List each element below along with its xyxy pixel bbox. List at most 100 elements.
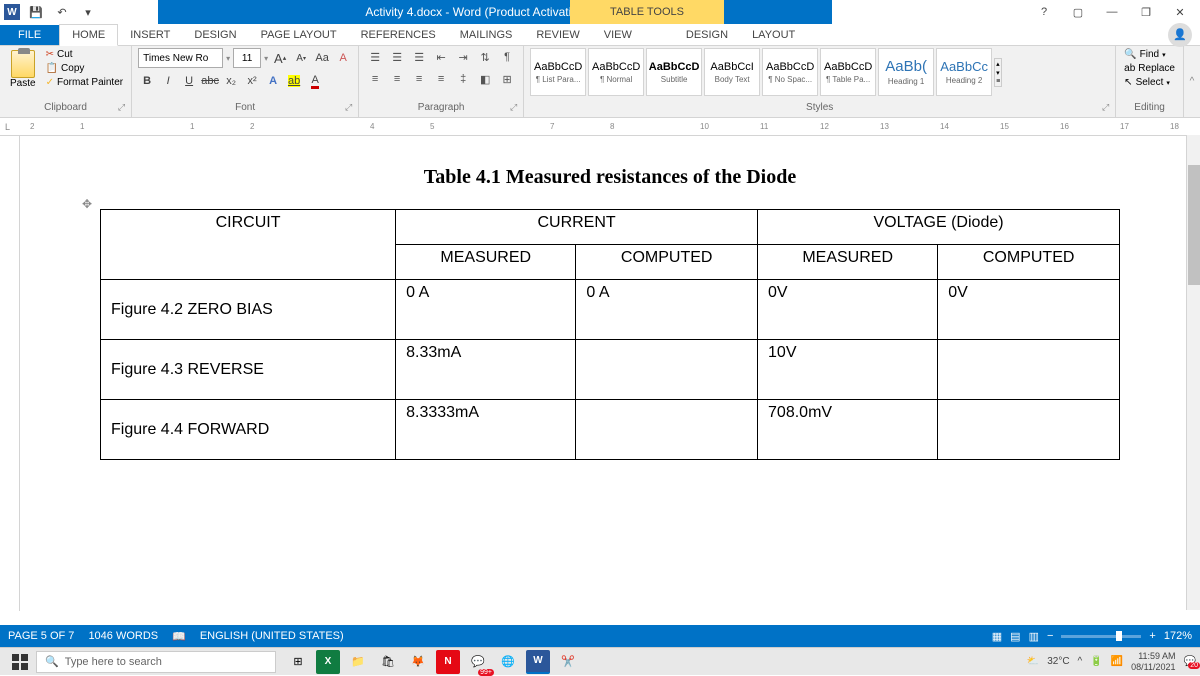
undo-icon[interactable]: ↶	[52, 2, 72, 22]
table-cell[interactable]	[938, 400, 1120, 460]
table-cell[interactable]: Figure 4.4 FORWARD	[101, 400, 396, 460]
style-body-text[interactable]: AaBbCcIBody Text	[704, 48, 760, 96]
tab-design[interactable]: DESIGN	[182, 25, 248, 45]
table-header[interactable]: MEASURED	[758, 245, 938, 280]
tab-mailings[interactable]: MAILINGS	[448, 25, 525, 45]
font-size-input[interactable]	[233, 48, 261, 68]
zoom-slider[interactable]	[1061, 635, 1141, 638]
vertical-scrollbar[interactable]	[1186, 135, 1200, 610]
table-cell[interactable]: 0V	[758, 280, 938, 340]
app-icon[interactable]: 💬99+	[466, 650, 490, 674]
select-button[interactable]: ↖Select▾	[1122, 76, 1177, 89]
start-button[interactable]	[4, 650, 36, 674]
style-normal[interactable]: AaBbCcD¶ Normal	[588, 48, 644, 96]
chevron-down-icon[interactable]: ▾	[226, 54, 230, 63]
close-icon[interactable]: ✕	[1168, 2, 1192, 22]
table-header[interactable]: COMPUTED	[576, 245, 758, 280]
table-cell[interactable]: 8.33mA	[396, 340, 576, 400]
save-icon[interactable]: 💾	[26, 2, 46, 22]
table-cell[interactable]	[938, 340, 1120, 400]
font-color-button[interactable]: A	[306, 72, 324, 90]
strikethrough-button[interactable]: abc	[201, 72, 219, 90]
qat-customize-icon[interactable]: ▾	[78, 2, 98, 22]
tab-review[interactable]: REVIEW	[524, 25, 591, 45]
help-icon[interactable]: ?	[1032, 2, 1056, 22]
underline-button[interactable]: U	[180, 72, 198, 90]
table-header[interactable]: CURRENT	[396, 210, 758, 245]
table-cell[interactable]: 0 A	[396, 280, 576, 340]
tab-references[interactable]: REFERENCES	[349, 25, 448, 45]
wifi-icon[interactable]: 📶	[1111, 656, 1123, 667]
table-cell[interactable]: Figure 4.2 ZERO BIAS	[101, 280, 396, 340]
align-right-button[interactable]: ≡	[409, 70, 429, 88]
zoom-thumb[interactable]	[1116, 631, 1122, 641]
find-button[interactable]: 🔍Find▾	[1122, 48, 1177, 61]
scrollbar-thumb[interactable]	[1188, 165, 1200, 285]
style-subtitle[interactable]: AaBbCcDSubtitle	[646, 48, 702, 96]
style-table-para[interactable]: AaBbCcD¶ Table Pa...	[820, 48, 876, 96]
change-case-button[interactable]: Aa	[313, 49, 331, 67]
word-count[interactable]: 1046 WORDS	[88, 630, 158, 643]
line-spacing-button[interactable]: ‡	[453, 70, 473, 88]
table-cell[interactable]: 708.0mV	[758, 400, 938, 460]
text-effects-button[interactable]: A	[264, 72, 282, 90]
style-no-spacing[interactable]: AaBbCcD¶ No Spac...	[762, 48, 818, 96]
paragraph-launcher-icon[interactable]: ⤢	[510, 102, 517, 113]
table-move-handle-icon[interactable]: ✥	[82, 197, 92, 211]
table-header[interactable]: MEASURED	[396, 245, 576, 280]
tab-insert[interactable]: INSERT	[118, 25, 182, 45]
style-list-para[interactable]: AaBbCcD¶ List Para...	[530, 48, 586, 96]
font-name-input[interactable]	[138, 48, 223, 68]
paste-button[interactable]: Paste	[6, 48, 40, 91]
borders-button[interactable]: ⊞	[497, 70, 517, 88]
zoom-level[interactable]: 172%	[1164, 630, 1192, 642]
minimize-icon[interactable]: —	[1100, 2, 1124, 22]
tab-view[interactable]: VIEW	[592, 25, 644, 45]
bold-button[interactable]: B	[138, 72, 156, 90]
store-icon[interactable]: 🛍	[376, 650, 400, 674]
tab-table-design[interactable]: DESIGN	[674, 25, 740, 45]
increase-indent-button[interactable]: ⇥	[453, 48, 473, 66]
font-launcher-icon[interactable]: ⤢	[345, 102, 352, 113]
table-header[interactable]: VOLTAGE (Diode)	[758, 210, 1120, 245]
vertical-ruler[interactable]	[0, 136, 20, 611]
chevron-down-icon[interactable]: ▾	[264, 54, 268, 63]
temperature[interactable]: 32°C	[1047, 656, 1069, 667]
table-cell[interactable]: Figure 4.3 REVERSE	[101, 340, 396, 400]
horizontal-ruler[interactable]: L 2 1 1 2 4 5 7 8 10 11 12 13 14 15 16 1…	[0, 118, 1200, 136]
show-marks-button[interactable]: ¶	[497, 48, 517, 66]
zoom-in-button[interactable]: +	[1149, 630, 1155, 642]
read-mode-icon[interactable]: ▦	[992, 630, 1002, 643]
table-caption[interactable]: Table 4.1 Measured resistances of the Di…	[100, 166, 1120, 189]
justify-button[interactable]: ≡	[431, 70, 451, 88]
taskbar-search[interactable]: 🔍 Type here to search	[36, 651, 276, 673]
account-icon[interactable]: 👤	[1168, 23, 1200, 47]
replace-button[interactable]: abReplace	[1122, 62, 1177, 75]
tab-page-layout[interactable]: PAGE LAYOUT	[249, 25, 349, 45]
tab-table-layout[interactable]: LAYOUT	[740, 25, 807, 45]
table-cell[interactable]: 10V	[758, 340, 938, 400]
styles-gallery[interactable]: AaBbCcD¶ List Para... AaBbCcD¶ Normal Aa…	[530, 48, 1002, 96]
word-taskbar-icon[interactable]: W	[526, 650, 550, 674]
edge-icon[interactable]: 🌐	[496, 650, 520, 674]
ribbon-display-icon[interactable]: ▢	[1066, 2, 1090, 22]
styles-more-button[interactable]: ▴▾≡	[994, 58, 1002, 87]
grow-font-button[interactable]: A▴	[271, 49, 289, 67]
table-cell[interactable]: 0V	[938, 280, 1120, 340]
align-left-button[interactable]: ≡	[365, 70, 385, 88]
tab-home[interactable]: HOME	[59, 24, 118, 46]
language-status[interactable]: ENGLISH (UNITED STATES)	[200, 630, 344, 643]
spellcheck-icon[interactable]: 📖	[172, 630, 186, 643]
numbering-button[interactable]: ☰	[387, 48, 407, 66]
superscript-button[interactable]: x²	[243, 72, 261, 90]
zoom-out-button[interactable]: −	[1047, 630, 1053, 642]
style-heading2[interactable]: AaBbCcHeading 2	[936, 48, 992, 96]
table-header[interactable]: CIRCUIT	[101, 210, 396, 280]
multilevel-button[interactable]: ☰	[409, 48, 429, 66]
subscript-button[interactable]: x₂	[222, 72, 240, 90]
copy-button[interactable]: 📋Copy	[44, 62, 126, 75]
netflix-icon[interactable]: N	[436, 650, 460, 674]
bullets-button[interactable]: ☰	[365, 48, 385, 66]
cut-button[interactable]: ✂Cut	[44, 48, 126, 61]
tray-chevron-icon[interactable]: ^	[1078, 656, 1083, 667]
